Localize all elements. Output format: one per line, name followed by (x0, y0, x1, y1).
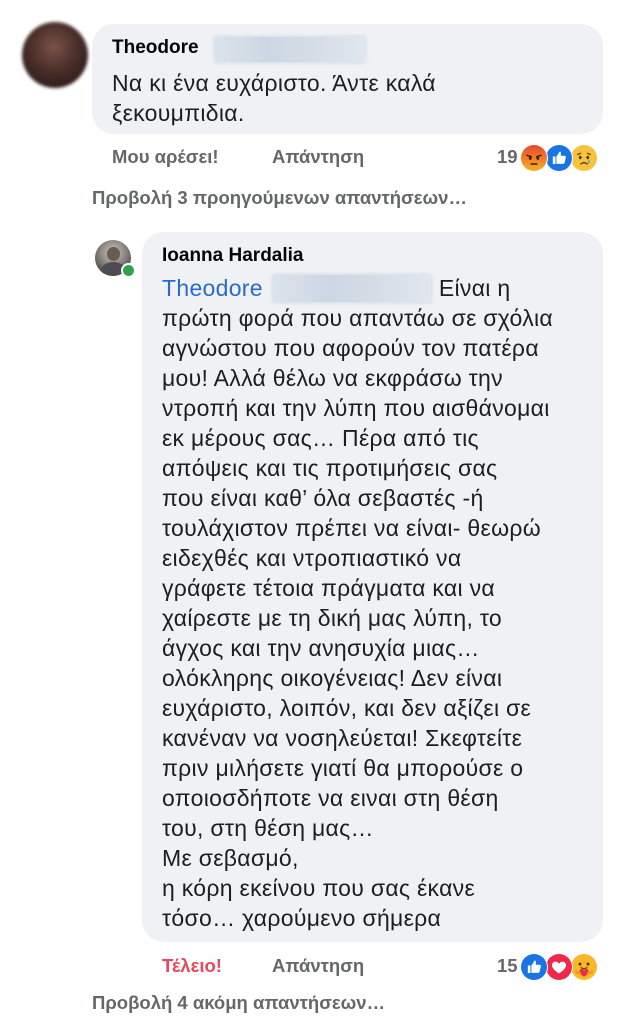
care-icon (570, 953, 598, 981)
reply-text-line: μου! Αλλά θέλω να εκφράσω την (162, 365, 503, 391)
reply-text-line: άγχος και την ανησυχία μιας… (162, 635, 480, 661)
commenter-avatar[interactable] (22, 22, 88, 88)
reaction-count[interactable]: 19 (497, 146, 518, 168)
reaction-count[interactable]: 15 (497, 955, 518, 977)
reaction-summary[interactable] (520, 953, 604, 981)
reply-text-line: ειδεχθές και ντροπιαστικό να (162, 545, 462, 571)
reply-text-line: οποιοσδήποτε να ειναι στη θέση (162, 785, 499, 811)
reply-text-fragment: Είναι η (438, 275, 511, 301)
reaction-summary[interactable] (520, 144, 604, 172)
sad-icon (570, 144, 598, 172)
reply-text-line: του, στη θέση μας… (162, 815, 374, 841)
comment-bubble: Theodore Να κι ένα ευχάριστο. Άντε καλά … (92, 24, 603, 134)
reply-text-line: απόψεις και τις προτιμήσεις σας (162, 455, 498, 481)
reply-text-line: ντροπή και την λύπη που αισθάνομαι (162, 395, 550, 421)
comment-text-line: Να κι ένα ευχάριστο. Άντε καλά (112, 70, 436, 96)
reply-author-name[interactable]: Ioanna Hardalia (162, 244, 304, 268)
online-status-dot (121, 263, 136, 278)
reply-text-line: κανέναν να νοσηλεύεται! Σκεφτείτε (162, 725, 523, 751)
view-previous-replies-link[interactable]: Προβολή 3 προηγούμενων απαντήσεων… (92, 187, 467, 209)
reply-text-line: γράφετε τέτοια πράγματα και να (162, 575, 496, 601)
reply-text-line-first: Theodore Είναι η (162, 273, 511, 303)
like-icon (520, 953, 548, 981)
reply-button[interactable]: Απάντηση (272, 146, 364, 168)
reply-text-line: αγνώστου που αφορούν τον πατέρα (162, 335, 539, 361)
reply-text-line: εκ μέρους σας… Πέρα από τις (162, 425, 479, 451)
redacted-surname-blur (215, 37, 365, 62)
reply-text-line: που είναι καθ’ όλα σεβαστές -ή (162, 485, 484, 511)
reaction-love-button[interactable]: Τέλειο! (162, 955, 222, 977)
reply-text-line: τουλάχιστον πρέπει να είναι- θεωρώ (162, 515, 541, 541)
reply-text-line: τόσο… χαρούμενο σήμερα (162, 905, 442, 931)
love-icon (545, 953, 573, 981)
angry-icon (520, 144, 548, 172)
like-icon (545, 144, 573, 172)
reply-text-line: πριν μιλήσετε γιατί θα μπορούσε ο (162, 755, 524, 781)
reply-text-line: ευχάριστο, λοιπόν, και δεν αξίζει σε (162, 695, 532, 721)
reply-text-line: ολόκληρης οικογένειας! Δεν είναι (162, 665, 503, 691)
reply-button[interactable]: Απάντηση (272, 955, 364, 977)
redacted-surname-blur (272, 274, 431, 302)
reply-text-line: πρώτη φορά που απαντάω σε σχόλια (162, 305, 554, 331)
reply-text-line: Με σεβασμό, (162, 845, 299, 871)
like-button[interactable]: Μου αρέσει! (112, 146, 219, 168)
comment-author-name[interactable]: Theodore (112, 36, 199, 60)
view-more-replies-link[interactable]: Προβολή 4 ακόμη απαντήσεων… (92, 992, 385, 1014)
comment-text-line: ξεκουμπιδια. (112, 100, 245, 126)
reply-text-line: χαίρεστε με τη δική μας λύπη, το (162, 605, 503, 631)
reply-text-line: η κόρη εκείνου που σας έκανε (162, 875, 476, 901)
mention-link[interactable]: Theodore (162, 273, 263, 303)
reply-bubble: Ioanna Hardalia Theodore Είναι η πρώτη φ… (142, 232, 603, 942)
